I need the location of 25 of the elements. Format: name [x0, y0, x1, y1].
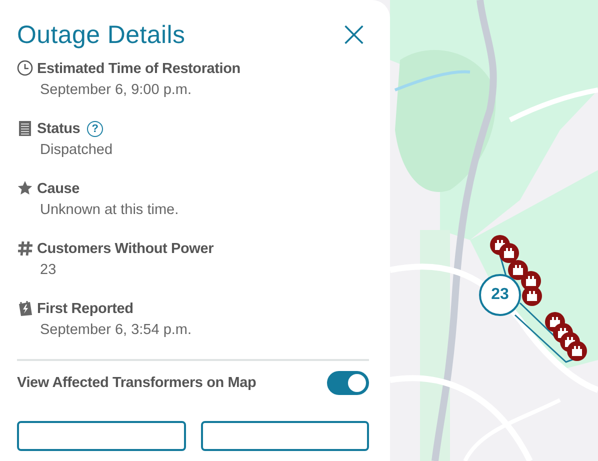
action-button[interactable] — [200, 421, 369, 451]
detail-value: Dispatched — [39, 142, 114, 158]
detail-label: First Reported — [37, 300, 134, 316]
transformer-marker-icon[interactable] — [499, 243, 519, 263]
transformer-marker-icon[interactable] — [522, 286, 542, 306]
calendar-bolt-icon — [17, 300, 33, 317]
transformer-marker-icon[interactable] — [567, 341, 587, 361]
panel-title: Outage Details — [17, 20, 186, 50]
detail-value: September 6, 9:00 p.m. — [39, 82, 193, 98]
detail-label: Cause — [37, 180, 80, 196]
clock-icon — [17, 60, 33, 77]
detail-value: Unknown at this time. — [39, 202, 180, 218]
detail-value: 23 — [39, 262, 58, 278]
action-button[interactable] — [17, 421, 186, 451]
detail-label: Customers Without Power — [37, 240, 214, 256]
detail-value: September 6, 3:54 p.m. — [39, 322, 193, 338]
close-button[interactable]: × — [332, 20, 369, 50]
hash-icon — [17, 240, 33, 257]
star-icon — [17, 180, 33, 197]
list-document-icon — [17, 120, 33, 137]
toggle-switch[interactable] — [327, 371, 369, 395]
detail-label: Status — [37, 120, 80, 136]
toggle-label: View Affected Transformers on Map — [17, 375, 256, 391]
help-button[interactable]: ? — [87, 120, 104, 136]
detail-label: Estimated Time of Restoration — [37, 60, 240, 76]
